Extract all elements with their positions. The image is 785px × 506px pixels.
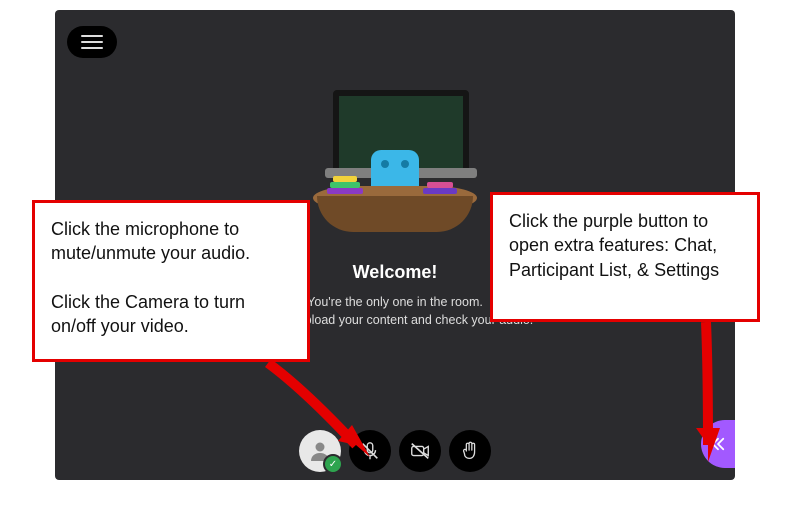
classroom-illustration — [305, 90, 485, 240]
annotation-right: Click the purple button to open extra fe… — [490, 192, 760, 322]
camera-off-icon — [409, 440, 431, 462]
raise-hand-button[interactable] — [449, 430, 491, 472]
raise-hand-icon — [459, 440, 481, 462]
camera-button[interactable] — [399, 430, 441, 472]
arrow-left-icon — [258, 345, 388, 465]
session-menu-button[interactable] — [67, 26, 117, 58]
annotation-left: Click the microphone to mute/unmute your… — [32, 200, 310, 362]
arrow-right-icon — [678, 310, 738, 470]
hamburger-icon — [81, 35, 103, 49]
